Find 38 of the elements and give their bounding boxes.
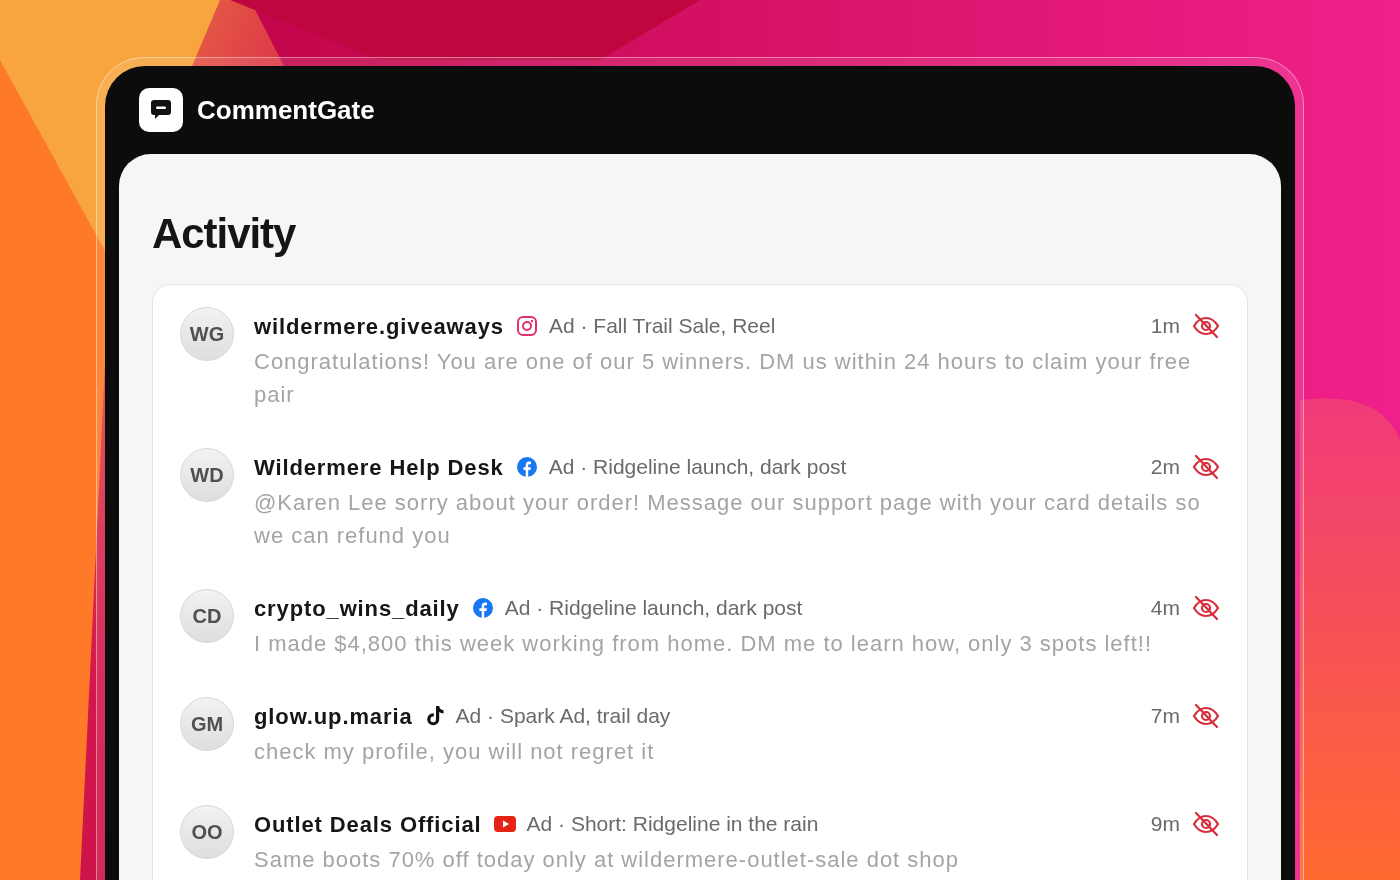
facebook-icon [515,456,538,478]
author-name: Outlet Deals Official [254,810,482,839]
instagram-icon [515,315,538,337]
eye-off-icon[interactable] [1192,595,1220,621]
comment-text: Congratulations! You are one of our 5 winners. DM us within 24 hours to claim your free pair [254,348,1193,409]
eye-off-icon[interactable] [1192,454,1220,480]
timestamp: 4m [1150,595,1180,622]
eye-off-icon[interactable] [1192,703,1220,729]
avatar: WD [180,448,234,502]
avatar: OO [180,805,234,859]
comment-text: check my profile, you will not regret it [254,738,656,766]
avatar: GM [180,697,234,751]
youtube-icon [493,816,516,832]
author-name: wildermere.giveaways [254,312,504,341]
eye-off-icon[interactable] [1192,313,1220,339]
avatar: WG [180,307,234,361]
logo-icon [139,88,183,132]
comment-text: Same boots 70% off today only at wildermere-outlet-sale dot shop [254,846,960,874]
tiktok-icon [424,705,445,727]
ad-context: Ad · Fall Trail Sale, Reel [548,313,776,340]
author-name: glow.up.maria [254,702,413,731]
ad-context: Ad · Short: Ridgeline in the rain [526,811,819,838]
timestamp: 7m [1150,703,1180,730]
comment-text: @Karen Lee sorry about your order! Message our support page with your card details so we can refund you [254,489,1202,550]
avatar: CD [180,589,234,643]
ad-context: Ad · Ridgeline launch, dark post [548,454,847,481]
eye-off-icon[interactable] [1192,811,1220,837]
comment-text: I made $4,800 this week working from home. DM me to learn how, only 3 spots left!! [254,630,1153,658]
page-title: Activity [152,209,297,259]
author-name: Wildermere Help Desk [254,453,504,482]
ad-context: Ad · Spark Ad, trail day [455,703,671,730]
ad-context: Ad · Ridgeline launch, dark post [504,595,803,622]
timestamp: 2m [1150,454,1180,481]
timestamp: 9m [1150,811,1180,838]
app-name: CommentGate [197,93,375,127]
facebook-icon [471,597,494,619]
timestamp: 1m [1150,313,1180,340]
author-name: crypto_wins_daily [254,594,460,623]
